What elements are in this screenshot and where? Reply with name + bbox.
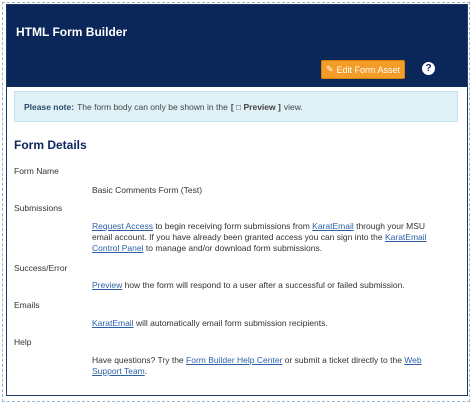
form-name-value: Basic Comments Form (Test): [92, 185, 203, 195]
submissions-text-1: to begin receiving form submissions from: [152, 221, 313, 231]
form-name-label: Form Name: [14, 166, 59, 176]
note-label: Please note:: [24, 101, 75, 112]
emails-text-body: will automatically email form submission…: [133, 318, 328, 328]
success-error-text: Preview how the form will respond to a u…: [92, 280, 437, 291]
karatemail-link[interactable]: KaratEmail: [312, 221, 354, 231]
help-icon[interactable]: ?: [422, 62, 435, 75]
preview-link[interactable]: Preview: [92, 280, 122, 290]
emails-label: Emails: [14, 300, 40, 310]
header-bar: HTML Form Builder ✎ Edit Form Asset ?: [7, 5, 467, 87]
form-builder-panel: HTML Form Builder ✎ Edit Form Asset ? Pl…: [6, 4, 468, 396]
preview-note: Please note: The form body can only be s…: [14, 91, 458, 122]
note-text: The form body can only be shown in the: [77, 101, 228, 112]
help-text-2: or submit a ticket directly to the: [282, 355, 405, 365]
help-center-link[interactable]: Form Builder Help Center: [186, 355, 282, 365]
edit-button-label: Edit Form Asset: [336, 64, 401, 75]
emails-text: KaratEmail will automatically email form…: [92, 318, 437, 329]
success-error-label: Success/Error: [14, 263, 68, 273]
edit-form-asset-button[interactable]: ✎ Edit Form Asset: [321, 60, 405, 79]
emails-karatemail-link[interactable]: KaratEmail: [92, 318, 134, 328]
preview-view-label: [ □ Preview ]: [230, 101, 281, 112]
help-text-1: Have questions? Try the: [92, 355, 187, 365]
form-details-heading: Form Details: [14, 138, 87, 152]
request-access-link[interactable]: Request Access: [92, 221, 153, 231]
submissions-text-3: to manage and/or download form submissio…: [143, 243, 323, 253]
help-label: Help: [14, 337, 32, 347]
help-text-3: .: [144, 366, 148, 376]
page-title: HTML Form Builder: [16, 25, 128, 39]
help-text: Have questions? Try the Form Builder Hel…: [92, 355, 437, 377]
submissions-text: Request Access to begin receiving form s…: [92, 221, 437, 254]
note-text-after: view.: [283, 101, 303, 112]
edit-icon: ✎: [325, 64, 334, 74]
submissions-label: Submissions: [14, 203, 63, 213]
success-error-text-body: how the form will respond to a user afte…: [122, 280, 405, 290]
